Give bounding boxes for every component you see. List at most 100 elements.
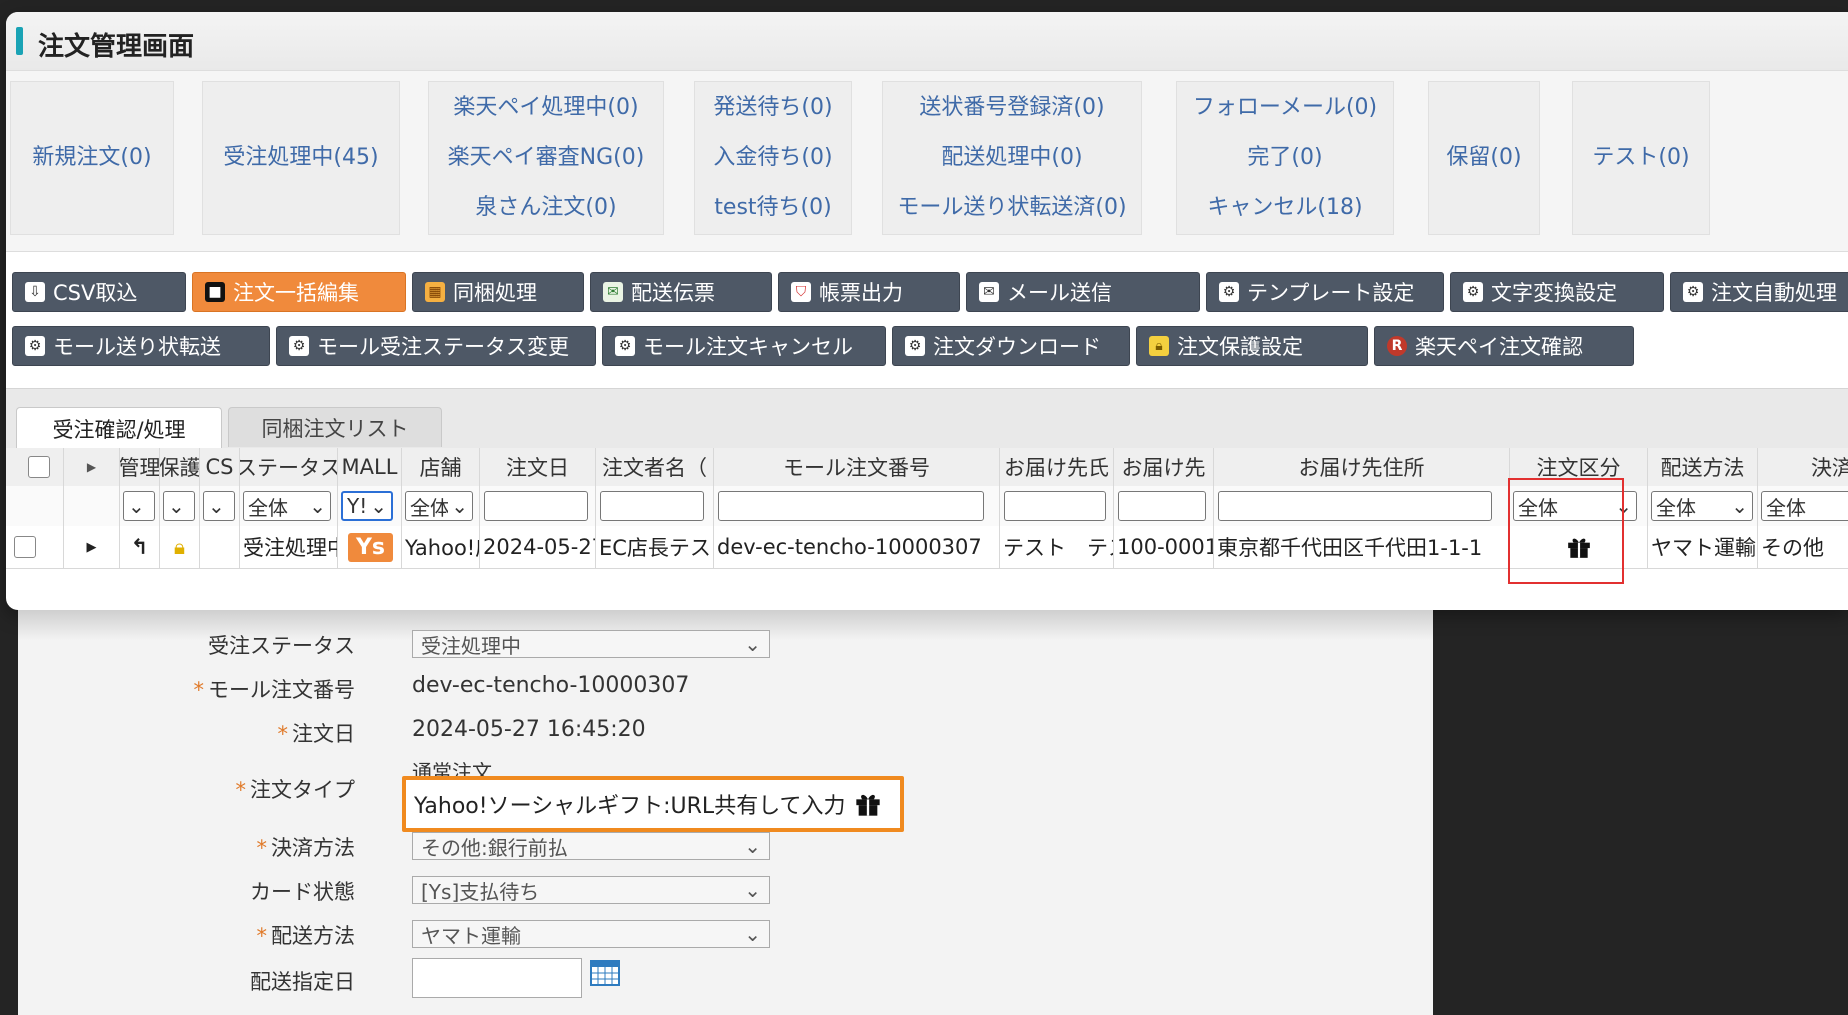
rakuten-pay-confirm-button[interactable]: R 楽天ペイ注文確認 — [1374, 326, 1634, 366]
payment-label-text: 決済方法 — [271, 836, 355, 860]
delivery-slip-button[interactable]: ✉ 配送伝票 — [590, 272, 772, 312]
status-link-payment-wait[interactable]: 入金待ち(0) — [713, 133, 832, 183]
status-link-complete[interactable]: 完了(0) — [1247, 133, 1322, 183]
status-link-test[interactable]: テスト(0) — [1592, 133, 1689, 183]
mall-slip-transfer-button[interactable]: ⚙ モール送り状転送 — [12, 326, 270, 366]
order-download-button[interactable]: ⚙ 注文ダウンロード — [892, 326, 1130, 366]
filter-status-select[interactable]: 全体 ⌄ — [243, 491, 331, 521]
row-checkbox[interactable] — [14, 536, 36, 558]
ship-date-input[interactable] — [412, 958, 582, 998]
lock-icon: 🔒︎ — [1149, 336, 1169, 356]
status-link-izumi[interactable]: 泉さん注文(0) — [475, 183, 616, 233]
header-payment[interactable]: 決済 — [1758, 448, 1848, 486]
filter-order-date-cell — [480, 486, 596, 526]
row-order-date: 2024-05-27 — [480, 526, 596, 568]
csv-import-button[interactable]: ⇩ CSV取込 — [12, 272, 186, 312]
filter-ship-address-input[interactable] — [1218, 491, 1492, 521]
filter-ship-method-select[interactable]: 全体 ⌄ — [1651, 491, 1753, 521]
status-link-follow-mail[interactable]: フォローメール(0) — [1193, 83, 1377, 133]
order-detail-form: 受注ステータス 受注処理中 ⌄ * モール注文番号 dev-ec-tencho-10… — [18, 610, 1433, 1015]
bundle-button[interactable]: ▦ 同梱処理 — [412, 272, 584, 312]
caret-right-icon[interactable]: ▶ — [87, 540, 97, 555]
header-ship-method[interactable]: 配送方法 — [1648, 448, 1758, 486]
filter-ship-method-cell: 全体 ⌄ — [1648, 486, 1758, 526]
calendar-icon[interactable] — [590, 960, 620, 986]
mall-cancel-button[interactable]: ⚙ モール注文キャンセル — [602, 326, 886, 366]
filter-store-select[interactable]: 全体 ⌄ — [405, 491, 473, 521]
header-mall[interactable]: MALL — [338, 448, 402, 486]
mall-status-change-button[interactable]: ⚙ モール受注ステータス変更 — [276, 326, 596, 366]
status-link-slip-registered[interactable]: 送状番号登録済(0) — [919, 83, 1104, 133]
status-link-rakuten-processing[interactable]: 楽天ペイ処理中(0) — [453, 83, 638, 133]
return-arrow-icon[interactable]: ↰ — [131, 535, 149, 559]
filter-customer-input[interactable] — [600, 491, 704, 521]
header-ship-zip[interactable]: お届け先 — [1114, 448, 1214, 486]
template-settings-button[interactable]: ⚙ テンプレート設定 — [1206, 272, 1444, 312]
chevron-down-icon: ⌄ — [744, 632, 761, 656]
bulk-edit-button[interactable]: ■ 注文一括編集 — [192, 272, 406, 312]
auto-process-button[interactable]: ⚙ 注文自動処理 — [1670, 272, 1848, 312]
mall-slip-transfer-label: モール送り状転送 — [53, 335, 221, 359]
header-manage[interactable]: 管理 — [120, 448, 160, 486]
header-customer[interactable]: 注文者名（ — [596, 448, 714, 486]
payment-select[interactable]: その他:銀行前払 ⌄ — [412, 832, 770, 860]
row-mall-cell: Ys — [338, 526, 402, 568]
order-protect-settings-button[interactable]: 🔒︎ 注文保護設定 — [1136, 326, 1368, 366]
filter-manage-select[interactable]: ⌄ — [123, 491, 155, 521]
card-status-select[interactable]: [Ys]支払待ち ⌄ — [412, 876, 770, 904]
status-link-cancel[interactable]: キャンセル(18) — [1207, 183, 1362, 233]
header-expand: ▶ — [64, 448, 120, 486]
send-mail-button[interactable]: ✉ メール送信 — [966, 272, 1200, 312]
order-type-label: * 注文タイプ — [236, 774, 356, 804]
header-ship-name[interactable]: お届け先氏 — [1000, 448, 1114, 486]
header-protect[interactable]: 保護 — [160, 448, 200, 486]
ship-method-select[interactable]: ヤマト運輸 ⌄ — [412, 920, 770, 948]
status-label-text: 受注ステータス — [208, 634, 355, 658]
status-link-rakuten-ng[interactable]: 楽天ペイ審査NG(0) — [448, 133, 645, 183]
status-card-test: テスト(0) — [1572, 81, 1710, 235]
rakuten-pay-confirm-label: 楽天ペイ注文確認 — [1415, 335, 1583, 359]
required-mark: * — [235, 778, 247, 802]
status-card-processing: 受注処理中(45) — [202, 81, 400, 235]
filter-order-date-input[interactable] — [484, 491, 588, 521]
status-link-test-wait[interactable]: test待ち(0) — [714, 183, 831, 233]
status-link-new[interactable]: 新規注文(0) — [32, 133, 151, 183]
header-ship-address[interactable]: お届け先住所 — [1214, 448, 1510, 486]
filter-mall-select[interactable]: Y! ⌄ — [341, 491, 393, 521]
filter-cs-select[interactable]: ⌄ — [203, 491, 235, 521]
status-link-delivery-processing[interactable]: 配送処理中(0) — [941, 133, 1082, 183]
status-link-processing[interactable]: 受注処理中(45) — [223, 133, 378, 183]
header-cs[interactable]: CS — [200, 448, 240, 486]
row-ship-zip: 100-0001 — [1114, 526, 1214, 568]
status-link-shipping-wait[interactable]: 発送待ち(0) — [713, 83, 832, 133]
header-store[interactable]: 店舗 — [402, 448, 480, 486]
lock-icon[interactable]: 🔒︎ — [174, 535, 185, 560]
bundle-icon: ▦ — [425, 282, 445, 302]
select-all-checkbox[interactable] — [27, 456, 50, 478]
row-mall-order-no[interactable]: dev-ec-tencho-10000307 — [714, 526, 1000, 568]
filter-ship-zip-input[interactable] — [1118, 491, 1206, 521]
payment-value: その他:銀行前払 — [421, 835, 568, 860]
chevron-down-icon: ⌄ — [208, 494, 225, 518]
char-convert-settings-button[interactable]: ⚙ 文字変換設定 — [1450, 272, 1664, 312]
report-output-button[interactable]: ⛉ 帳票出力 — [778, 272, 960, 312]
header-mall-order-no[interactable]: モール注文番号 — [714, 448, 1000, 486]
row-store: Yahoo!店 — [402, 526, 480, 568]
header-order-date[interactable]: 注文日 — [480, 448, 596, 486]
status-summary-panel: 新規注文(0) 受注処理中(45) 楽天ペイ処理中(0) 楽天ペイ審査NG(0)… — [6, 70, 1848, 252]
order-type-gift-value: Yahoo!ソーシャルギフト:URL共有して入力 — [414, 794, 846, 819]
filter-protect-select[interactable]: ⌄ — [163, 491, 195, 521]
gift-icon — [855, 794, 880, 816]
status-link-mall-transferred[interactable]: モール送り状転送済(0) — [897, 183, 1126, 233]
header-status[interactable]: ステータス — [240, 448, 338, 486]
tab-order-confirm[interactable]: 受注確認/処理 — [16, 407, 222, 449]
auto-process-label: 注文自動処理 — [1711, 281, 1837, 305]
order-status-select[interactable]: 受注処理中 ⌄ — [412, 630, 770, 658]
filter-ship-name-input[interactable] — [1004, 491, 1106, 521]
filter-payment-select[interactable]: 全体 — [1761, 491, 1848, 521]
filter-mall-order-no-input[interactable] — [718, 491, 984, 521]
status-link-hold[interactable]: 保留(0) — [1446, 133, 1521, 183]
tab-bundle-list[interactable]: 同梱注文リスト — [228, 407, 442, 447]
filter-status-value: 全体 — [248, 495, 288, 520]
order-protect-settings-label: 注文保護設定 — [1177, 335, 1303, 359]
